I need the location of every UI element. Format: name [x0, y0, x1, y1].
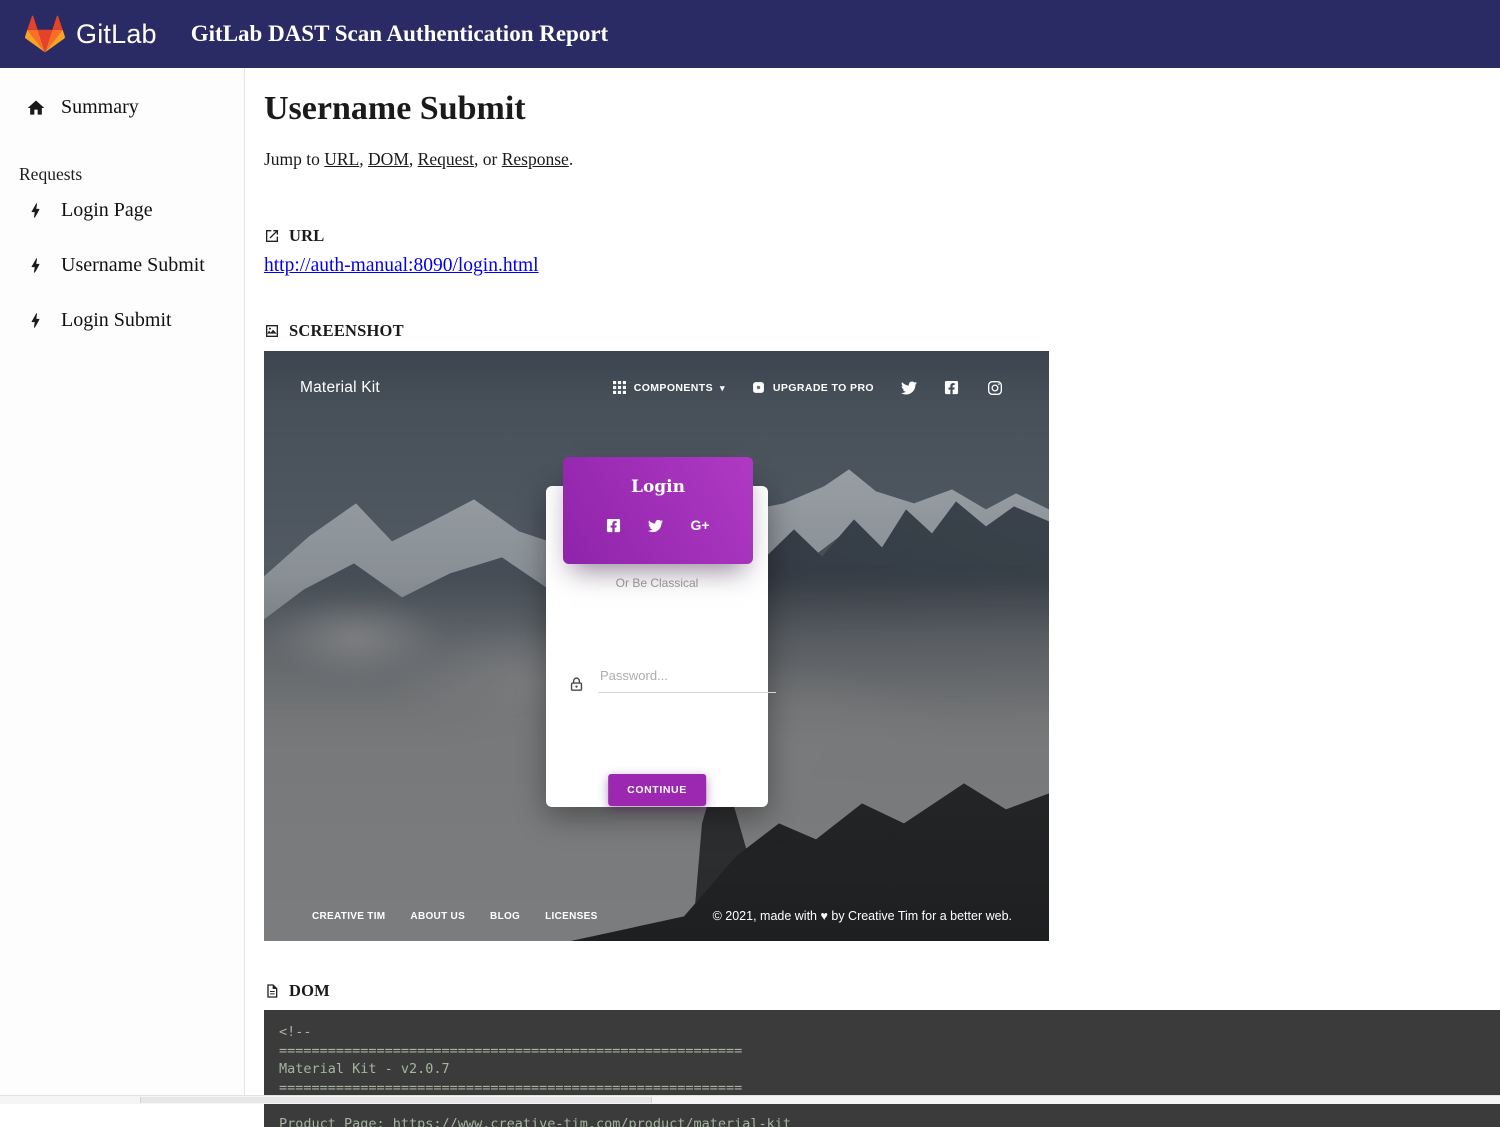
sidebar-item-summary[interactable]: Summary: [0, 96, 244, 119]
jump-sep: ,: [409, 149, 418, 169]
upgrade-to-pro-button[interactable]: UPGRADE TO PRO: [752, 381, 874, 395]
jump-sep: ,: [359, 149, 368, 169]
code-line: Material Kit - v2.0.7: [279, 1060, 1500, 1078]
bolt-icon: [26, 256, 46, 276]
grid-icon: [613, 381, 627, 395]
components-menu[interactable]: COMPONENTS ▾: [613, 381, 725, 395]
twitter-icon[interactable]: [901, 380, 917, 396]
or-be-classical-text: Or Be Classical: [546, 576, 768, 590]
materialkit-footer: CREATIVE TIM ABOUT US BLOG LICENSES © 20…: [312, 909, 1012, 923]
document-icon: [264, 983, 280, 999]
twitter-login-icon[interactable]: [648, 518, 663, 533]
materialkit-brand[interactable]: Material Kit: [300, 379, 380, 397]
password-row: [568, 668, 746, 693]
report-title: GitLab DAST Scan Authentication Report: [191, 21, 608, 47]
gitlab-logo-icon: [24, 14, 66, 54]
jump-link-request[interactable]: Request: [418, 149, 474, 169]
bolt-icon: [26, 311, 46, 331]
sidebar-item-label: Login Submit: [61, 309, 172, 332]
screenshot-section-label: SCREENSHOT: [289, 321, 404, 341]
code-line: Product Page: https://www.creative-tim.c…: [279, 1115, 1500, 1127]
facebook-icon[interactable]: [944, 380, 960, 396]
dom-code-block[interactable]: <!--====================================…: [264, 1010, 1500, 1127]
footer-link-creative-tim[interactable]: CREATIVE TIM: [312, 911, 385, 922]
materialkit-navbar: Material Kit COMPONENTS ▾ UPGRADE TO PRO: [300, 375, 1003, 401]
sidebar-item-login-page[interactable]: Login Page: [0, 199, 244, 222]
upgrade-label: UPGRADE TO PRO: [773, 382, 874, 394]
login-title: Login: [631, 477, 685, 497]
sidebar-requests-heading: Requests: [19, 164, 82, 185]
footer-link-about-us[interactable]: ABOUT US: [410, 911, 465, 922]
facebook-login-icon[interactable]: [606, 518, 621, 533]
google-plus-login-icon[interactable]: G+: [690, 518, 709, 533]
chevron-down-icon: ▾: [720, 383, 725, 394]
instagram-icon[interactable]: [987, 380, 1003, 396]
jump-suffix: .: [569, 149, 573, 169]
jump-link-response[interactable]: Response: [502, 149, 569, 169]
jump-prefix: Jump to: [264, 149, 324, 169]
home-icon: [26, 98, 46, 118]
url-section-heading: URL: [264, 226, 1500, 246]
gitlab-brand-text: GitLab: [76, 19, 157, 50]
login-card-header: Login G+: [563, 457, 753, 564]
external-link-icon: [264, 228, 280, 244]
sidebar-summary-label: Summary: [61, 96, 139, 119]
sidebar: Summary Requests Login Page Username Sub…: [0, 68, 245, 1095]
password-input[interactable]: [598, 668, 776, 693]
top-bar: GitLab GitLab DAST Scan Authentication R…: [0, 0, 1500, 68]
horizontal-scrollbar[interactable]: [0, 1095, 1500, 1104]
continue-button[interactable]: CONTINUE: [608, 774, 706, 806]
lock-icon: [568, 676, 585, 693]
screenshot-image: Material Kit COMPONENTS ▾ UPGRADE TO PRO: [264, 351, 1049, 941]
components-label: COMPONENTS: [634, 382, 713, 394]
jump-links-line: Jump to URL, DOM, Request, or Response.: [264, 149, 1500, 170]
sidebar-item-label: Login Page: [61, 199, 153, 222]
sidebar-item-username-submit[interactable]: Username Submit: [0, 254, 244, 277]
sidebar-item-login-submit[interactable]: Login Submit: [0, 309, 244, 332]
copyright-text: © 2021, made with ♥ by Creative Tim for …: [713, 909, 1012, 923]
bolt-icon: [26, 201, 46, 221]
code-line: <!--: [279, 1023, 1500, 1041]
image-icon: [264, 323, 280, 339]
dom-section-heading: DOM: [264, 981, 1500, 1001]
page-title: Username Submit: [264, 90, 1500, 127]
code-line: ========================================…: [279, 1042, 1500, 1060]
url-section-label: URL: [289, 226, 324, 246]
dom-section-label: DOM: [289, 981, 330, 1001]
jump-link-url[interactable]: URL: [324, 149, 359, 169]
footer-link-blog[interactable]: BLOG: [490, 911, 520, 922]
jump-link-dom[interactable]: DOM: [368, 149, 409, 169]
pro-badge-icon: [752, 381, 766, 395]
main-content: Username Submit Jump to URL, DOM, Reques…: [264, 68, 1500, 1127]
screenshot-section-heading: SCREENSHOT: [264, 321, 1500, 341]
jump-sep: , or: [474, 149, 502, 169]
scrollbar-thumb[interactable]: [140, 1097, 652, 1103]
scanned-url-link[interactable]: http://auth-manual:8090/login.html: [264, 255, 539, 277]
sidebar-item-label: Username Submit: [61, 254, 205, 277]
footer-link-licenses[interactable]: LICENSES: [545, 911, 597, 922]
